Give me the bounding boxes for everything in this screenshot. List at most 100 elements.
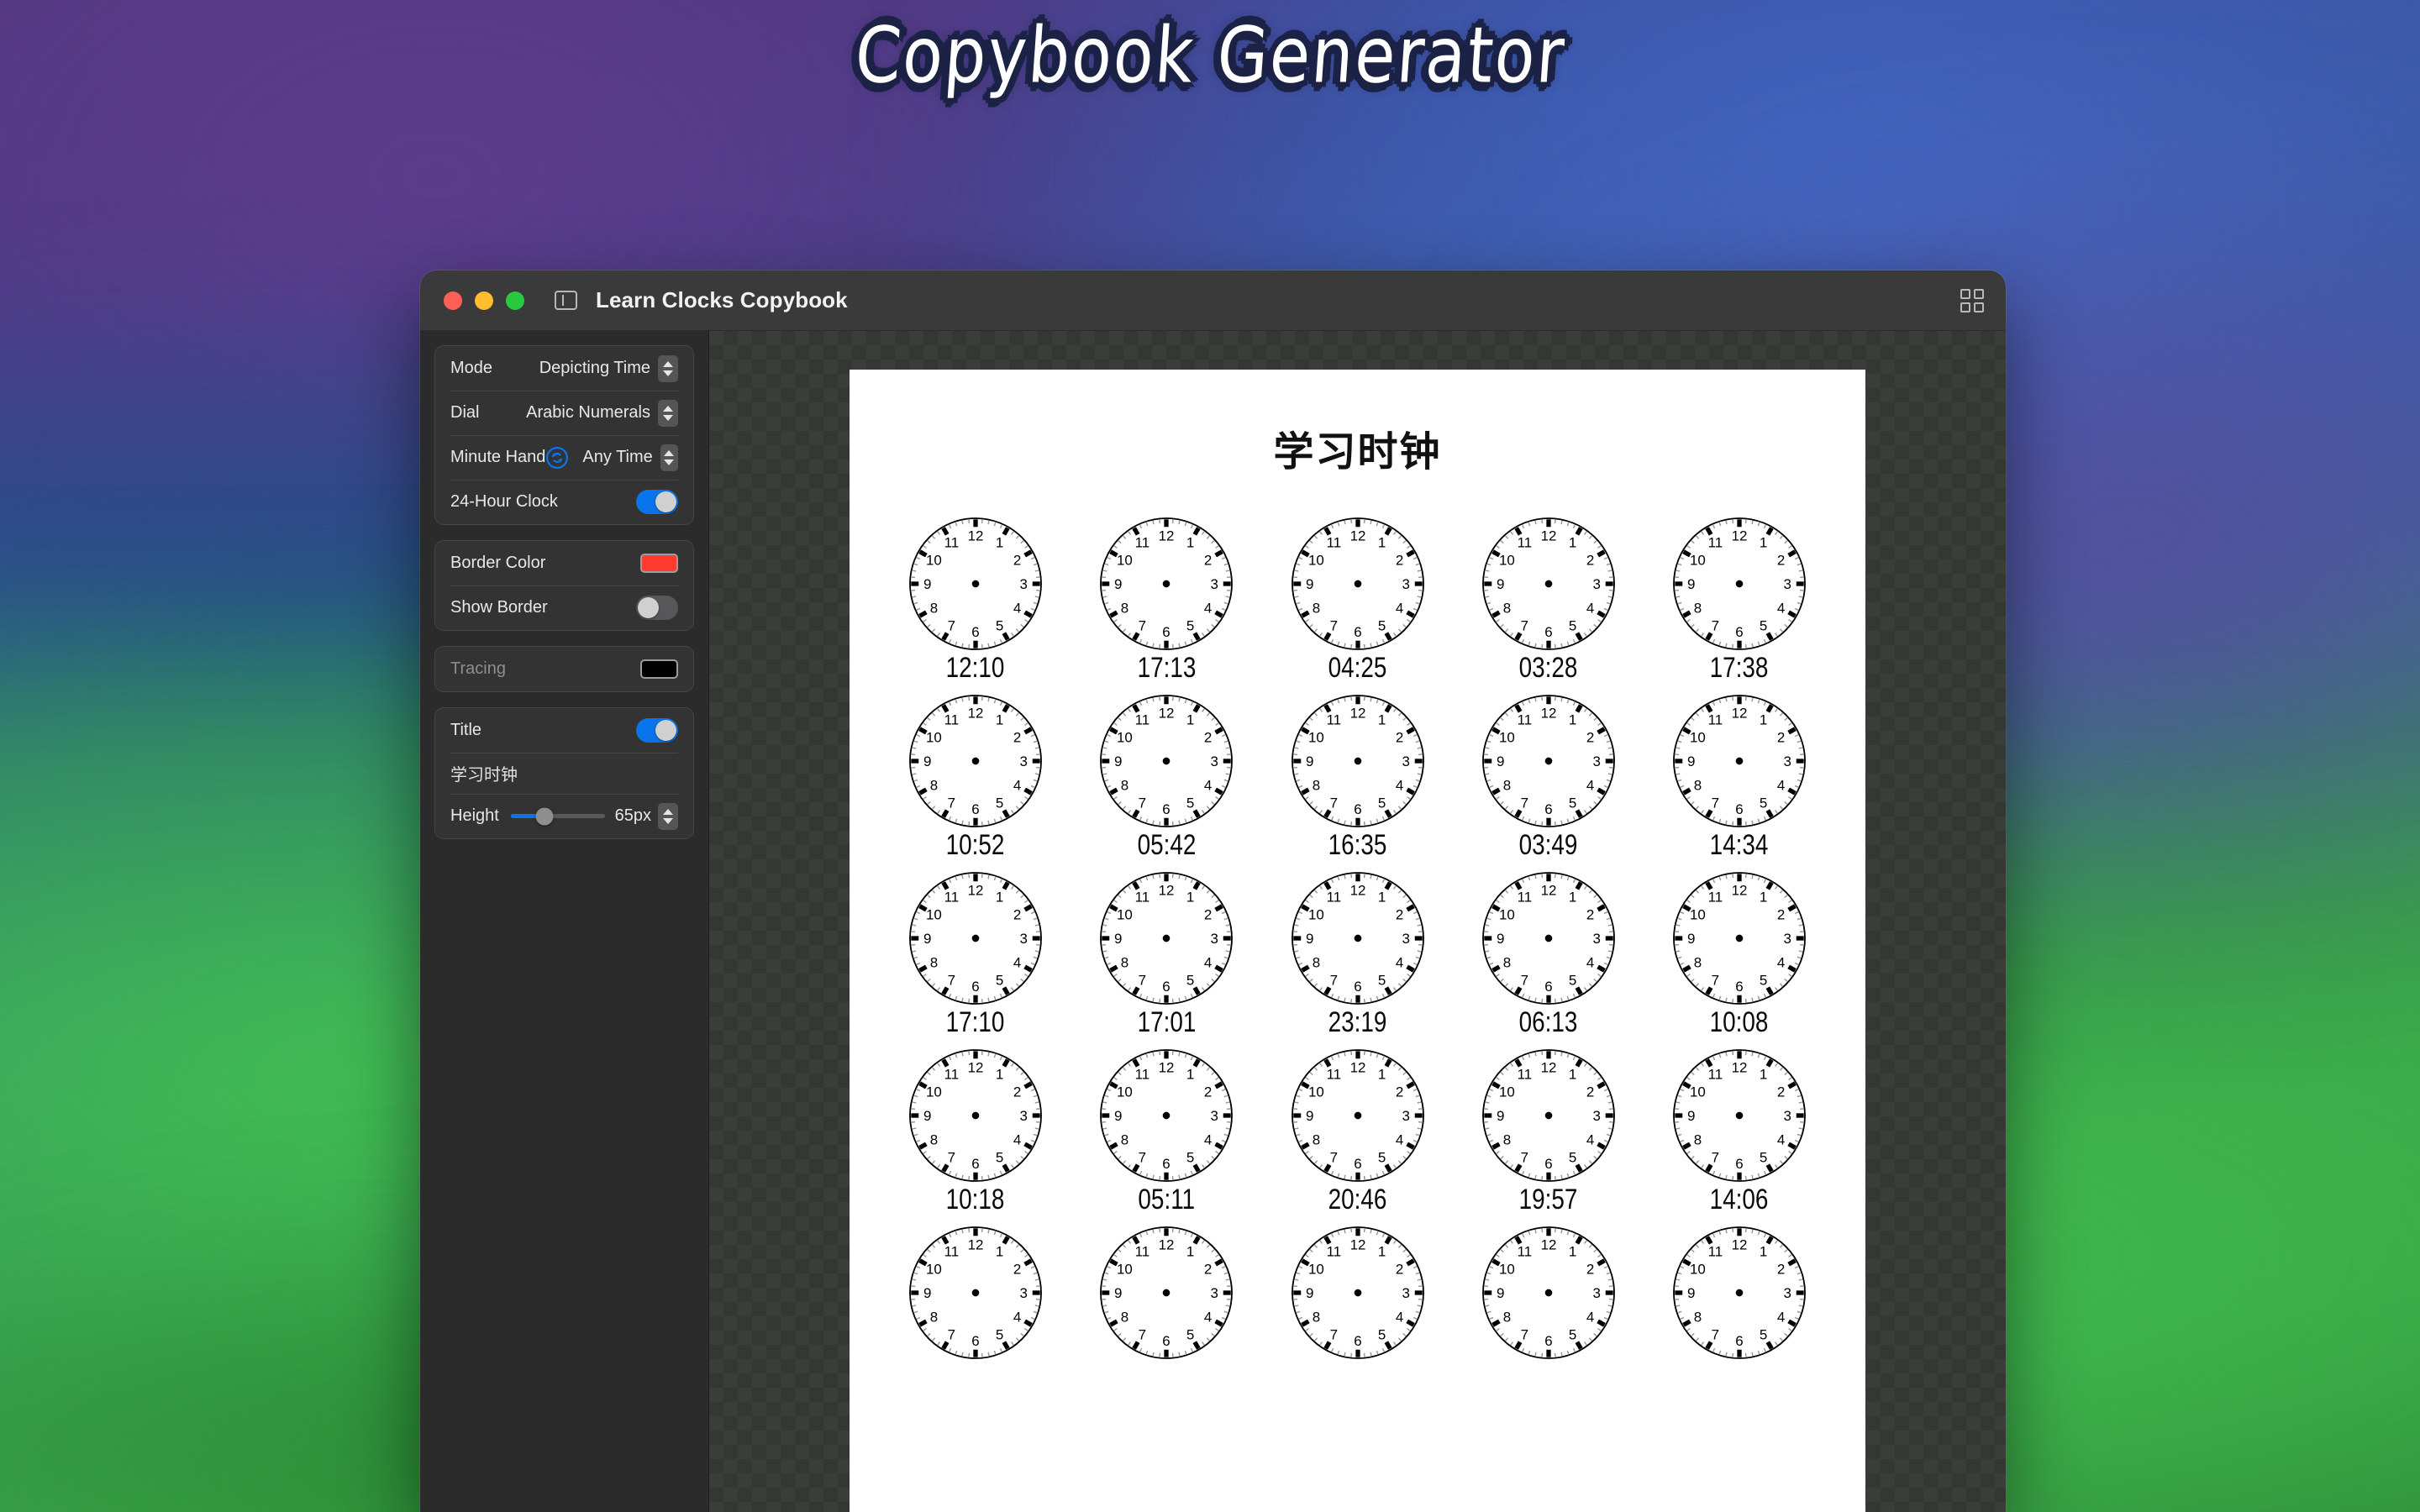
clock-face: 1 2 3 4 5 6 7 8 9 10 11 12 [906,691,1045,831]
svg-text:11: 11 [1708,1066,1723,1082]
svg-text:7: 7 [1329,795,1337,811]
zoom-button[interactable] [506,291,524,310]
sidebar-icon[interactable] [555,291,577,310]
title-text-input[interactable]: 学习时钟 [450,761,518,785]
tracing-color-swatch[interactable] [640,659,678,679]
svg-text:11: 11 [1135,1243,1150,1259]
setting-row-minute-hand[interactable]: Minute Hand Any Time [435,435,693,480]
setting-row-show-border[interactable]: Show Border [435,585,693,630]
setting-row-tracing[interactable]: Tracing [435,647,693,691]
setting-row-border-color[interactable]: Border Color [435,541,693,585]
setting-row-mode[interactable]: Mode Depicting Time [435,346,693,391]
svg-text:1: 1 [996,889,1003,905]
clock-face: 1 2 3 4 5 6 7 8 9 10 11 12 [1288,514,1428,654]
svg-text:6: 6 [1544,1333,1552,1349]
clock-cell: 1 2 3 4 5 6 7 8 9 10 11 12 03:28 [1465,514,1633,685]
close-button[interactable] [444,291,462,310]
clock-cell: 1 2 3 4 5 6 7 8 9 10 11 12 17:38 [1655,514,1823,685]
setting-row-24-hour-clock[interactable]: 24-Hour Clock [435,480,693,524]
minimize-button[interactable] [475,291,493,310]
svg-text:8: 8 [1121,601,1128,617]
svg-text:6: 6 [1735,979,1743,995]
svg-text:4: 4 [1586,778,1594,794]
svg-text:9: 9 [1306,1108,1313,1124]
24-hour-clock-label: 24-Hour Clock [450,492,558,511]
svg-text:5: 5 [1760,618,1767,634]
svg-text:6: 6 [1163,624,1171,640]
svg-text:4: 4 [1204,1132,1212,1148]
clock-cell: 1 2 3 4 5 6 7 8 9 10 11 12 05:11 [1082,1046,1250,1216]
refresh-icon[interactable] [545,446,569,470]
chevron-up-icon [663,808,673,815]
svg-text:2: 2 [1777,552,1785,568]
clock-face: 1 2 3 4 5 6 7 8 9 10 11 12 [1288,1223,1428,1362]
svg-text:5: 5 [1377,618,1385,634]
svg-text:4: 4 [1586,955,1594,971]
svg-text:4: 4 [1013,955,1021,971]
svg-text:11: 11 [1135,889,1150,905]
svg-text:11: 11 [1517,711,1532,727]
svg-text:3: 3 [1211,1108,1218,1124]
svg-text:2: 2 [1586,552,1594,568]
svg-text:3: 3 [1211,1285,1218,1301]
svg-text:10: 10 [926,1261,942,1277]
svg-text:2: 2 [1204,729,1212,745]
svg-text:6: 6 [1735,1333,1743,1349]
setting-row-title[interactable]: Title [435,708,693,753]
svg-text:9: 9 [1114,753,1122,769]
svg-text:2: 2 [1395,552,1402,568]
title-toggle[interactable] [636,718,678,743]
border-color-swatch[interactable] [640,554,678,573]
clock-cell: 1 2 3 4 5 6 7 8 9 10 11 12 10:18 [892,1046,1060,1216]
setting-row-height[interactable]: Height 65px [435,794,693,838]
height-slider-knob[interactable] [535,807,554,825]
24-hour-clock-toggle[interactable] [636,490,678,514]
svg-text:3: 3 [1784,753,1791,769]
svg-text:10: 10 [1307,906,1323,922]
show-border-toggle[interactable] [636,596,678,620]
svg-text:5: 5 [1760,1327,1767,1343]
clock-row: 1 2 3 4 5 6 7 8 9 10 11 12 1 2 3 4 5 6 7 8 9 10 11 12 1 2 3 4 5 6 7 8 9 1… [892,1223,1823,1361]
svg-text:1: 1 [996,1243,1003,1259]
setting-row-title-text[interactable]: 学习时钟 [435,753,693,794]
svg-text:8: 8 [1502,1310,1510,1326]
svg-text:10: 10 [1307,552,1323,568]
svg-text:1: 1 [1377,889,1385,905]
svg-text:9: 9 [1306,1285,1313,1301]
svg-text:11: 11 [1708,1243,1723,1259]
svg-text:4: 4 [1395,1310,1402,1326]
svg-text:3: 3 [1402,1285,1409,1301]
svg-text:1: 1 [1186,1243,1194,1259]
clock-cell: 1 2 3 4 5 6 7 8 9 10 11 12 05:42 [1082,691,1250,862]
svg-text:9: 9 [1687,576,1695,592]
clock-face: 1 2 3 4 5 6 7 8 9 10 11 12 [1670,1046,1809,1185]
svg-text:1: 1 [1760,1066,1767,1082]
clock-cell: 1 2 3 4 5 6 7 8 9 10 11 12 [892,1223,1060,1361]
canvas-area[interactable]: 学习时钟 1 2 3 4 5 6 7 8 9 10 11 12 12:10 1 2 3 4 5 6 7 8 9 10 11 12… [709,331,2006,1512]
setting-row-dial[interactable]: Dial Arabic Numerals [435,391,693,435]
dial-value: Arabic Numerals [526,403,650,422]
svg-text:9: 9 [1497,931,1504,947]
clock-row: 1 2 3 4 5 6 7 8 9 10 11 12 10:52 1 2 3 4 5 6 7 8 9 10 11 12 05:42… [892,691,1823,862]
chevron-down-icon [663,414,673,421]
svg-text:10: 10 [1117,729,1133,745]
svg-text:2: 2 [1586,1084,1594,1100]
svg-text:12: 12 [1732,883,1748,899]
svg-text:3: 3 [1402,576,1409,592]
clock-cell: 1 2 3 4 5 6 7 8 9 10 11 12 10:52 [892,691,1060,862]
mode-popup-stepper[interactable] [658,354,678,382]
border-color-label: Border Color [450,554,546,572]
svg-text:9: 9 [1114,576,1122,592]
svg-text:8: 8 [1312,1132,1319,1148]
svg-text:7: 7 [1520,1327,1528,1343]
svg-text:4: 4 [1395,1132,1402,1148]
svg-text:5: 5 [1186,1150,1194,1166]
svg-text:7: 7 [1329,973,1337,989]
height-stepper[interactable] [658,802,678,830]
grid-icon[interactable] [1960,288,1984,312]
height-slider[interactable] [510,807,605,825]
clock-time-label: 16:35 [1328,829,1387,861]
svg-text:10: 10 [926,729,942,745]
minute-hand-popup-stepper[interactable] [660,444,678,471]
dial-popup-stepper[interactable] [658,399,678,427]
